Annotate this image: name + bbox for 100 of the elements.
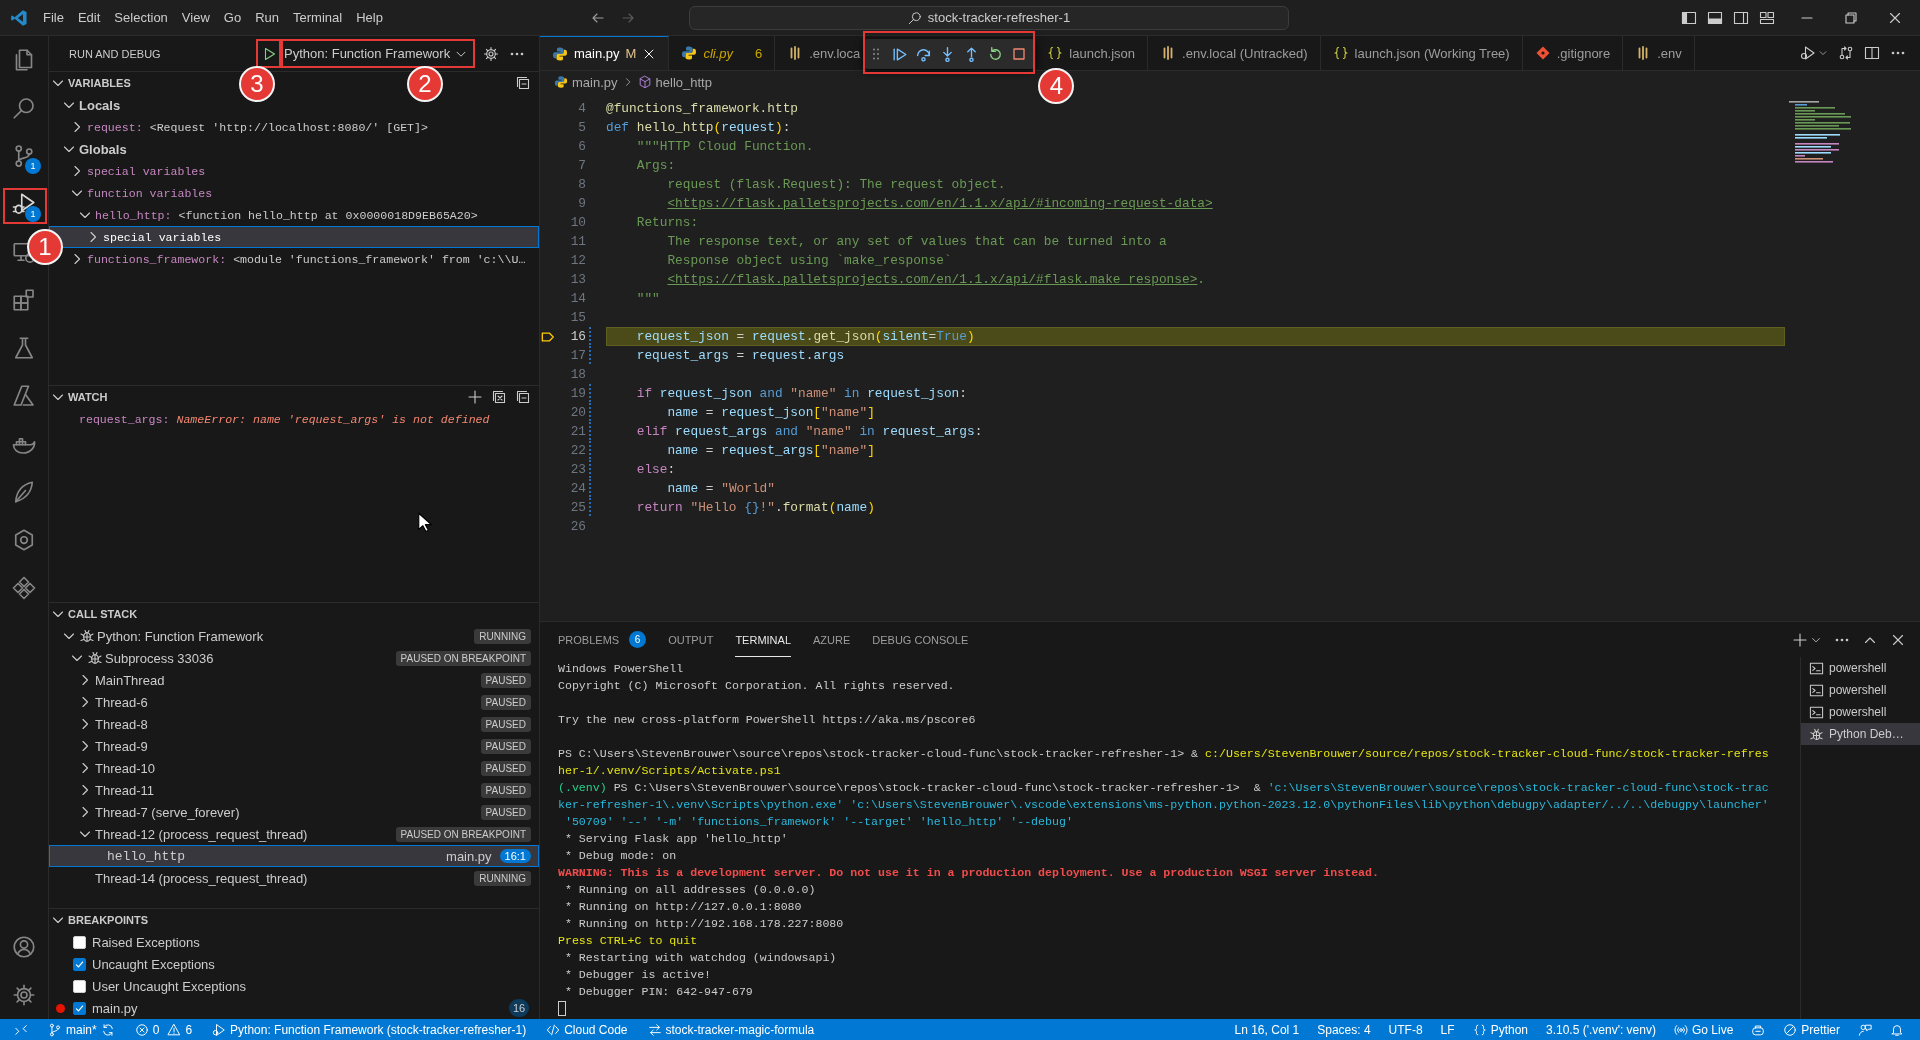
panel-tab[interactable]: PROBLEMS 6 <box>558 622 647 657</box>
status-item[interactable]: LF <box>1434 1019 1461 1040</box>
new-terminal-icon[interactable] <box>1792 631 1808 648</box>
editor-tab[interactable]: .gitignore <box>1522 36 1624 70</box>
breadcrumb[interactable]: hello_http <box>655 74 712 90</box>
flask-icon[interactable] <box>12 336 36 360</box>
menu-item[interactable]: Terminal <box>286 7 350 28</box>
checkbox[interactable] <box>73 1001 86 1015</box>
menu-item[interactable]: View <box>174 7 217 28</box>
status-item[interactable]: Go Live <box>1667 1019 1740 1040</box>
status-item[interactable]: 3.10.5 ('.venv': venv) <box>1540 1019 1662 1040</box>
frame-name[interactable]: hello_http <box>107 848 185 864</box>
toggle-secondary-sidebar-icon[interactable] <box>1733 9 1749 26</box>
thread-label[interactable]: Thread-6 <box>95 694 148 710</box>
search-icon[interactable] <box>12 96 36 120</box>
session-label[interactable]: Python: Function Framework <box>97 628 264 644</box>
menu-item[interactable]: Run <box>248 7 286 28</box>
account-icon[interactable] <box>12 935 36 959</box>
selected-row[interactable]: hello_http main.py 16:1 <box>49 845 539 867</box>
checkbox[interactable] <box>73 957 86 971</box>
editor-tab[interactable]: cli.py 6 <box>669 36 776 70</box>
status-item[interactable]: Prettier <box>1777 1019 1846 1040</box>
editor-tab[interactable]: launch.json (Working Tree) <box>1320 36 1523 70</box>
breadcrumb[interactable]: main.py <box>572 74 618 90</box>
menu-item[interactable]: Help <box>349 7 390 28</box>
toggle-sidebar-icon[interactable] <box>1681 9 1697 26</box>
scope-label[interactable]: Locals <box>79 97 121 113</box>
terminal-list-item[interactable]: powershell <box>1801 657 1920 679</box>
compare-icon[interactable] <box>1838 45 1854 61</box>
split-editor-icon[interactable] <box>1864 45 1880 61</box>
status-item[interactable]: Python: Function Framework (stock-tracker-refresher-1) <box>206 1019 533 1040</box>
status-item[interactable]: Spaces: 4 <box>1311 1019 1377 1040</box>
settings-icon[interactable] <box>12 983 36 1007</box>
triangle-logo-icon[interactable] <box>12 384 36 408</box>
variable-entry[interactable]: special variables <box>87 164 206 178</box>
command-center-search[interactable]: stock-tracker-refresher-1 <box>689 5 1289 30</box>
run-debug-icon[interactable] <box>1800 45 1816 61</box>
status-item[interactable]: main* <box>42 1019 121 1040</box>
thread-label[interactable]: MainThread <box>95 672 165 688</box>
thread-label[interactable]: Thread-8 <box>95 716 148 732</box>
terminal-list-item[interactable]: powershell <box>1801 701 1920 723</box>
panel-tab[interactable]: TERMINAL <box>735 622 791 657</box>
editor-tab[interactable]: main.py M <box>540 36 670 70</box>
menu-item[interactable]: Selection <box>107 7 175 28</box>
leaf-icon[interactable] <box>12 480 36 504</box>
collapse-all-icon[interactable] <box>515 75 531 91</box>
status-item[interactable]: Python <box>1466 1019 1534 1040</box>
status-item[interactable]: Ln 16, Col 1 <box>1228 1019 1306 1040</box>
collapse-all-icon[interactable] <box>515 389 531 405</box>
thread-label[interactable]: Thread-9 <box>95 738 148 754</box>
terminal-line: * Serving Flask app 'hello_http' <box>563 831 789 847</box>
add-icon[interactable] <box>467 389 483 405</box>
count-badge: 1 <box>25 206 41 222</box>
thread-label[interactable]: Thread-14 (process_request_thread) <box>95 870 308 886</box>
caret-icon[interactable] <box>1818 48 1828 58</box>
status-item[interactable]: UTF-8 <box>1382 1019 1429 1040</box>
continue-icon[interactable] <box>891 45 909 63</box>
restore-icon[interactable] <box>1843 9 1859 26</box>
menu-item[interactable]: Go <box>216 7 249 28</box>
launch-config-dropdown[interactable]: Python: Function Framework <box>281 41 475 66</box>
selected-row[interactable]: special variables <box>49 226 539 248</box>
variable-entry[interactable]: special variables <box>103 230 222 244</box>
status-item[interactable]: Cloud Code <box>540 1019 634 1040</box>
menu-item[interactable]: File <box>36 7 71 28</box>
extensions-icon[interactable] <box>12 288 36 312</box>
stop-icon[interactable] <box>1011 46 1028 62</box>
monitor-icon[interactable] <box>12 240 36 264</box>
scope-label[interactable]: Globals <box>79 141 127 157</box>
session-label[interactable]: Subprocess 33036 <box>105 650 214 666</box>
source-control-icon[interactable] <box>12 144 36 168</box>
menu-item[interactable]: Edit <box>70 7 108 28</box>
status-item[interactable]: 0 6 <box>128 1019 199 1040</box>
diamonds-icon[interactable] <box>12 576 36 600</box>
status-badge: PAUSED <box>480 804 531 820</box>
editor-tab[interactable]: .env <box>1623 36 1695 70</box>
settings-icon[interactable] <box>483 45 499 62</box>
hexagon-icon[interactable] <box>12 528 36 552</box>
variable-entry[interactable]: request: <Request 'http://localhost:8080/' [GET]> <box>87 120 428 134</box>
toggle-panel-icon[interactable] <box>1707 9 1723 26</box>
variable-entry[interactable]: function variables <box>87 186 213 200</box>
terminal-list-item[interactable]: powershell <box>1801 679 1920 701</box>
thread-label[interactable]: Thread-10 <box>95 760 155 776</box>
terminal-line: Try the new cross-platform PowerShell https://aka.ms/pscore6 <box>558 712 977 728</box>
status-item[interactable]: stock-tracker-magic-formula <box>641 1019 821 1040</box>
panel-tab[interactable]: DEBUG CONSOLE <box>872 622 969 657</box>
variable-entry[interactable]: hello_http: <function hello_http at 0x0000018D9EB65A20> <box>95 208 478 222</box>
thread-label[interactable]: Thread-7 (serve_forever) <box>95 804 240 820</box>
editor-tab[interactable]: .env.local (Untracked) <box>1148 36 1321 70</box>
panel-tab[interactable]: AZURE <box>813 622 851 657</box>
thread-label[interactable]: Thread-11 <box>95 782 154 798</box>
variable-entry[interactable]: functions_framework: <module 'functions_framework' from 'c:\\U… <box>87 252 526 266</box>
run-debug-icon[interactable] <box>12 192 36 216</box>
watch-expression[interactable]: request_args: NameError: name 'request_args' is not defined <box>79 412 490 426</box>
customize-layout-icon[interactable] <box>1759 9 1775 26</box>
terminal-list-item[interactable]: Python Deb… <box>1801 723 1920 745</box>
panel-tab[interactable]: OUTPUT <box>668 622 714 657</box>
editor-tab[interactable]: .env.loca <box>775 36 865 70</box>
editor-tab[interactable]: launch.json <box>1035 36 1149 70</box>
thread-label[interactable]: Thread-12 (process_request_thread) <box>95 826 308 842</box>
remove-all-icon[interactable] <box>491 389 507 405</box>
